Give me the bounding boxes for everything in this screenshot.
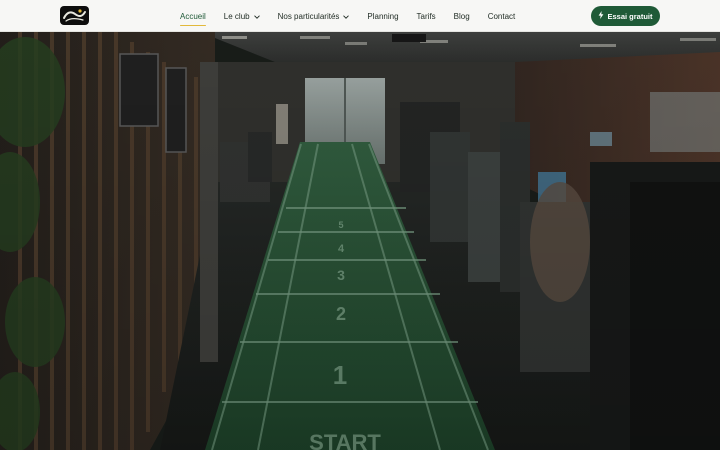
club-logo[interactable] <box>60 6 89 25</box>
main-nav: Accueil Le club Nos particularités Plann… <box>180 0 533 32</box>
wall-frame <box>165 67 187 153</box>
nav-item-nos-particularites[interactable]: Nos particularités <box>278 0 350 32</box>
chevron-down-icon <box>343 12 350 21</box>
chevron-down-icon <box>253 12 260 21</box>
nav-item-tarifs[interactable]: Tarifs <box>417 0 436 32</box>
exit-sign <box>392 34 426 42</box>
turf-number: 3 <box>337 267 345 283</box>
logo-icon <box>63 9 86 22</box>
nav-item-planning[interactable]: Planning <box>367 0 398 32</box>
nav-item-accueil[interactable]: Accueil <box>180 0 206 32</box>
nav-item-label: Planning <box>367 11 399 21</box>
nav-item-blog[interactable]: Blog <box>454 0 470 32</box>
wall-frame <box>119 53 159 127</box>
nav-item-contact[interactable]: Contact <box>488 0 516 32</box>
free-trial-button[interactable]: Essai gratuit <box>591 6 660 26</box>
hero-gym-photo: 1 2 3 4 5 START <box>0 32 720 450</box>
nav-item-label: Nos particularités <box>277 11 340 21</box>
nav-item-label: Accueil <box>180 11 206 21</box>
site-header: Accueil Le club Nos particularités Plann… <box>0 0 720 32</box>
nav-item-label: Le club <box>223 11 250 21</box>
free-trial-label: Essai gratuit <box>607 11 653 21</box>
gym-interior-illustration: 1 2 3 4 5 START <box>0 32 720 450</box>
lightning-bolt-icon <box>598 11 604 21</box>
nav-item-label: Tarifs <box>416 11 436 21</box>
pillar <box>200 62 218 362</box>
turf-number: 4 <box>338 243 345 255</box>
turf-number: 1 <box>333 360 347 390</box>
turf-number: 2 <box>336 304 346 324</box>
turf-number: 5 <box>338 220 343 230</box>
nav-item-le-club[interactable]: Le club <box>224 0 260 32</box>
nav-item-label: Contact <box>487 11 516 21</box>
turf-start-label: START <box>309 430 381 450</box>
nav-item-label: Blog <box>453 11 470 21</box>
